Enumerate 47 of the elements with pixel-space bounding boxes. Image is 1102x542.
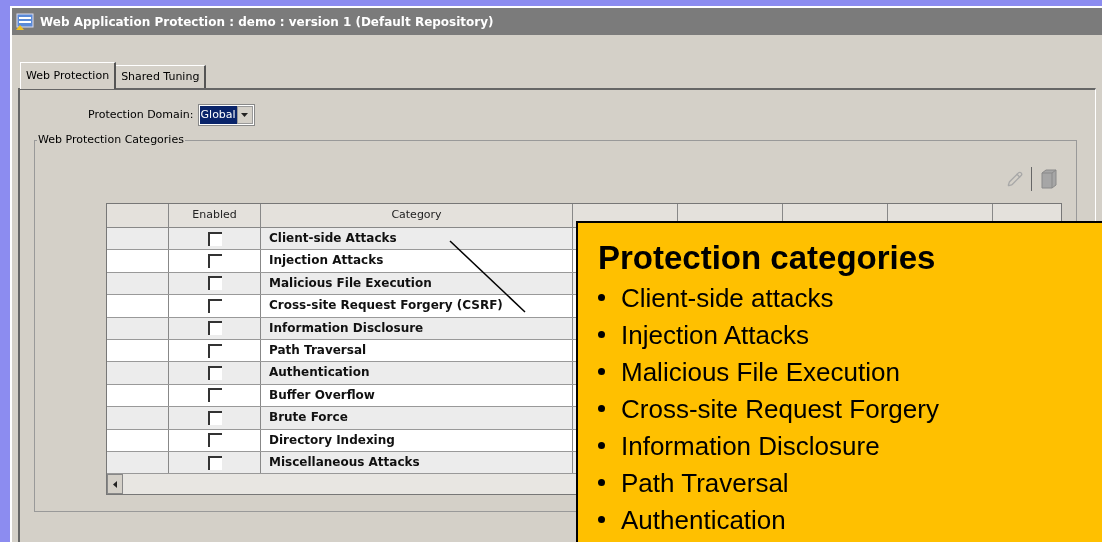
bullet-icon	[598, 368, 605, 375]
checkbox[interactable]	[207, 433, 222, 448]
table-cell: Miscellaneous Attacks	[261, 451, 573, 474]
callout-item: Path Traversal	[621, 466, 789, 499]
table-cell: Directory Indexing	[261, 429, 573, 451]
table-cell: Information Disclosure	[261, 317, 573, 339]
callout-title: Protection categories	[598, 238, 937, 278]
checkbox[interactable]	[207, 276, 222, 291]
table-cell: Client-side Attacks	[261, 228, 573, 250]
table-cell: Injection Attacks	[261, 250, 573, 272]
column-header: Category	[261, 204, 573, 227]
tab[interactable]: Shared Tuning	[116, 65, 207, 88]
bullet-icon	[598, 294, 605, 301]
checkbox[interactable]	[207, 254, 222, 269]
tab[interactable]: Web Protection	[20, 62, 117, 89]
domain-dropdown[interactable]: Global	[197, 104, 255, 126]
bullet-icon	[598, 442, 605, 449]
checkbox[interactable]	[207, 410, 222, 425]
callout-item: Cross-site Request Forgery	[621, 392, 939, 425]
scroll-left-button[interactable]	[107, 474, 123, 495]
window-title: Web Application Protection : demo : version 1 (Default Repository)	[40, 13, 494, 31]
group-title: Web Protection Categories	[37, 133, 185, 147]
callout-item: Malicious File Execution	[621, 355, 900, 388]
app-window-icon	[16, 12, 34, 31]
table-cell: Buffer Overflow	[261, 384, 573, 407]
checkbox[interactable]	[207, 388, 222, 403]
left-arrow-icon	[113, 480, 117, 488]
table-cell: Malicious File Execution	[261, 272, 573, 295]
bullet-icon	[598, 516, 605, 523]
checkbox[interactable]	[207, 455, 222, 470]
checkbox[interactable]	[207, 321, 222, 336]
checkbox[interactable]	[207, 366, 222, 381]
table-cell: Cross-site Request Forgery (CSRF)	[261, 295, 573, 317]
callout-item: Authentication	[621, 503, 786, 536]
column-header: Enabled	[169, 204, 261, 227]
table-cell: Brute Force	[261, 407, 573, 429]
table-cell: Path Traversal	[261, 339, 573, 362]
bullet-icon	[598, 405, 605, 412]
callout-item: Information Disclosure	[621, 429, 880, 462]
callout-item: Client-side attacks	[621, 281, 834, 314]
table-cell: Authentication	[261, 362, 573, 384]
bullet-icon	[598, 479, 605, 486]
field-label: Protection Domain:	[88, 106, 194, 123]
bullet-icon	[598, 331, 605, 338]
checkbox[interactable]	[207, 343, 222, 358]
checkbox[interactable]	[207, 231, 222, 246]
callout-item: Injection Attacks	[621, 318, 809, 351]
